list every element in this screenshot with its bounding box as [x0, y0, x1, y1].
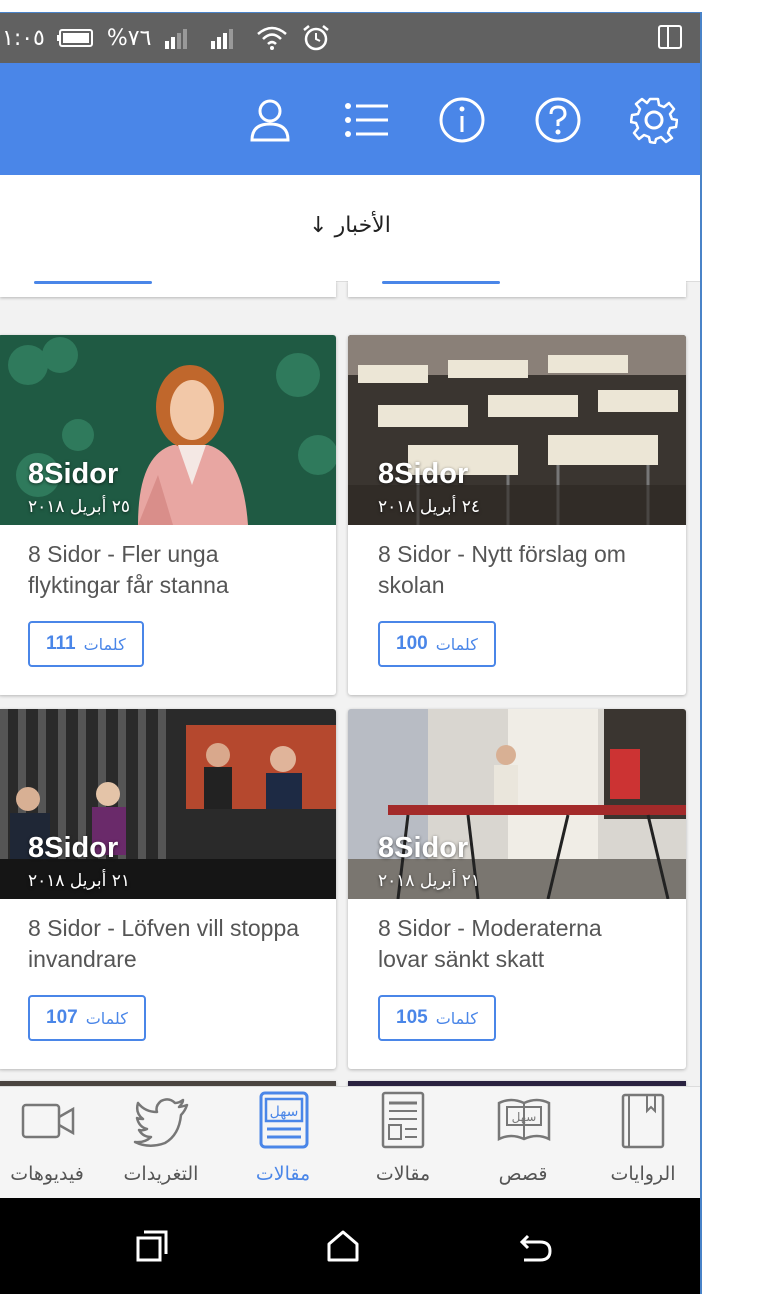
word-count: 111 — [46, 633, 76, 654]
word-count-button[interactable]: 111 كلمات — [28, 621, 144, 667]
signal-icon — [165, 29, 188, 49]
info-icon[interactable] — [438, 96, 486, 144]
word-count-label: كلمات — [83, 634, 126, 654]
word-count-button[interactable]: 107 كلمات — [28, 995, 146, 1041]
article-date: ٢٤ أبريل ٢٠١٨ — [378, 497, 481, 517]
newspaper-icon — [381, 1091, 425, 1149]
easy-badge-label: سهل — [512, 1110, 537, 1124]
recents-icon[interactable] — [132, 1226, 172, 1266]
article-source: 8Sidor — [378, 458, 469, 490]
status-left: ١:٠٥ %٧٦ — [2, 13, 331, 63]
article-card[interactable]: 8Sidor ٢٥ أبريل ٢٠١٨ 8 Sidor - Fler unga… — [0, 335, 336, 695]
article-title: 8 Sidor - Löfven vill stoppa invandrare — [28, 915, 300, 972]
word-count-button[interactable]: 100 كلمات — [378, 621, 496, 667]
card-stub-right — [348, 281, 686, 297]
book-open-icon: سهل — [497, 1098, 551, 1142]
word-count: 105 — [396, 1007, 428, 1028]
article-title: 8 Sidor - Fler unga flyktingar får stann… — [28, 541, 229, 598]
easy-articles-icon: سهل — [259, 1091, 309, 1149]
topic-selector[interactable]: الأخبار ↓ — [0, 175, 700, 282]
article-grid: 8Sidor ٢٥ أبريل ٢٠١٨ 8 Sidor - Fler unga… — [0, 281, 700, 1101]
battery-percent: %٧٦ — [106, 25, 152, 51]
article-date: ٢١ أبريل ٢٠١٨ — [378, 871, 481, 891]
wifi-icon — [257, 26, 288, 50]
article-date: ٢١ أبريل ٢٠١٨ — [28, 871, 131, 891]
article-card[interactable]: 8Sidor ٢١ أبريل ٢٠١٨ 8 Sidor - Löfven vi… — [0, 709, 336, 1069]
article-card[interactable]: 8Sidor ٢١ أبريل ٢٠١٨ 8 Sidor - Moderater… — [348, 709, 686, 1069]
back-icon[interactable] — [516, 1226, 556, 1266]
article-title: 8 Sidor - Moderaterna lovar sänkt skatt — [378, 915, 602, 972]
article-source: 8Sidor — [378, 832, 469, 864]
alarm-icon — [303, 25, 330, 51]
twitter-icon — [133, 1098, 189, 1147]
book-icon — [621, 1093, 665, 1149]
app-bar — [0, 63, 700, 175]
nav-label: الروايات — [610, 1163, 676, 1185]
article-image: 8Sidor ٢١ أبريل ٢٠١٨ — [0, 709, 336, 899]
signal-icon-2 — [211, 29, 234, 49]
nav-novels[interactable]: الروايات — [588, 1087, 698, 1199]
help-icon[interactable] — [534, 96, 582, 144]
word-count-button[interactable]: 105 كلمات — [378, 995, 496, 1041]
home-icon[interactable] — [323, 1226, 363, 1266]
word-count-label: كلمات — [435, 634, 478, 654]
word-count: 107 — [46, 1007, 78, 1028]
nav-easy-articles[interactable]: سهل مقالات — [228, 1087, 338, 1199]
person-icon[interactable] — [246, 96, 294, 144]
nav-articles[interactable]: مقالات — [348, 1087, 458, 1199]
screen-mode-icon — [656, 23, 684, 55]
video-icon — [21, 1103, 75, 1139]
article-source: 8Sidor — [28, 832, 119, 864]
article-title: 8 Sidor - Nytt förslag om skolan — [378, 541, 626, 598]
phone-screen: ١:٠٥ %٧٦ الأخبار ↓ 8Sidor ٢٥ أبريل ٢٠١٨ … — [0, 12, 702, 1294]
article-date: ٢٥ أبريل ٢٠١٨ — [28, 497, 131, 517]
word-count-label: كلمات — [435, 1008, 478, 1028]
article-image: 8Sidor ٢١ أبريل ٢٠١٨ — [348, 709, 686, 899]
system-nav-bar — [0, 1198, 700, 1294]
article-source: 8Sidor — [28, 458, 119, 490]
nav-stories[interactable]: سهل قصص — [468, 1087, 578, 1199]
nav-tweets[interactable]: التغريدات — [106, 1087, 216, 1199]
article-image: 8Sidor ٢٥ أبريل ٢٠١٨ — [0, 335, 336, 525]
easy-badge-label: سهل — [270, 1104, 299, 1120]
status-bar: ١:٠٥ %٧٦ — [0, 13, 700, 63]
article-image: 8Sidor ٢٤ أبريل ٢٠١٨ — [348, 335, 686, 525]
card-stub-left — [0, 281, 336, 297]
list-icon[interactable] — [342, 96, 390, 144]
battery-icon — [56, 29, 93, 47]
clock: ١:٠٥ — [2, 25, 45, 51]
word-count-label: كلمات — [85, 1008, 128, 1028]
article-card[interactable]: 8Sidor ٢٤ أبريل ٢٠١٨ 8 Sidor - Nytt förs… — [348, 335, 686, 695]
settings-icon[interactable] — [630, 96, 678, 144]
word-count: 100 — [396, 633, 428, 654]
bottom-nav: فيديوهات التغريدات سهل مقالات مقالات سهل… — [0, 1086, 700, 1199]
topic-label: الأخبار ↓ — [309, 213, 391, 238]
